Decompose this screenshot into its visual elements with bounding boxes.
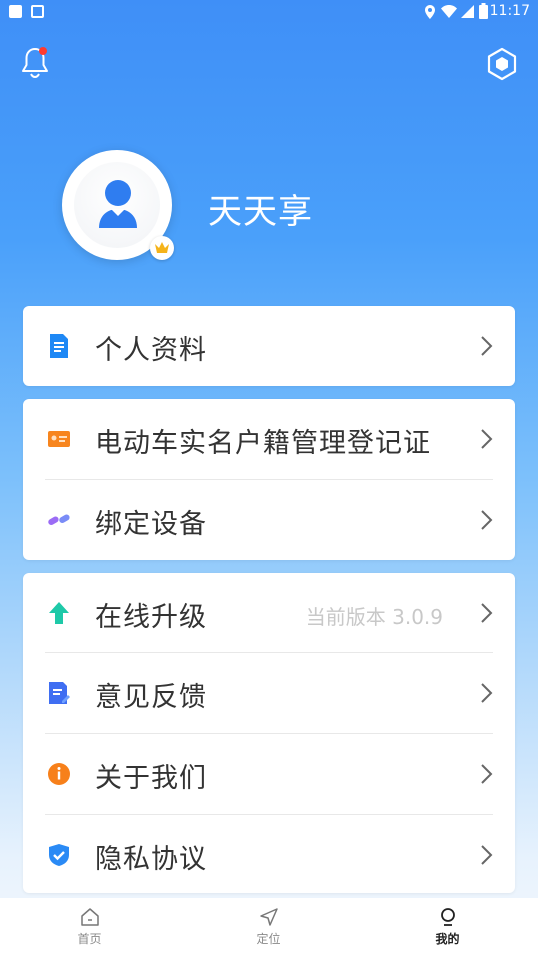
- status-time: 11:17: [489, 3, 530, 19]
- chevron-right-icon: [481, 429, 493, 449]
- tab-home[interactable]: 首页: [0, 898, 179, 954]
- profile-card: 个人资料: [23, 306, 515, 386]
- menu-item-privacy-policy[interactable]: 隐私协议: [23, 815, 515, 895]
- menu-item-label: 绑定设备: [95, 509, 207, 540]
- document-icon: [50, 334, 68, 358]
- menu-item-label: 电动车实名户籍管理登记证: [95, 428, 431, 459]
- current-version: 当前版本 3.0.9: [305, 605, 443, 629]
- tab-mine[interactable]: 我的: [358, 898, 537, 954]
- notification-dot: [39, 47, 47, 55]
- chevron-right-icon: [481, 764, 493, 784]
- menu-item-registration-certificate[interactable]: 电动车实名户籍管理登记证: [23, 399, 515, 479]
- tab-label: 我的: [435, 932, 460, 946]
- menu-item-online-upgrade[interactable]: 在线升级 当前版本 3.0.9: [23, 573, 515, 653]
- shield-icon: [49, 844, 69, 866]
- crown-icon: [155, 242, 169, 253]
- settings-button[interactable]: [486, 47, 518, 81]
- chevron-right-icon: [481, 683, 493, 703]
- chevron-right-icon: [481, 510, 493, 530]
- wifi-icon: [441, 5, 457, 18]
- menu-item-feedback[interactable]: 意见反馈: [23, 653, 515, 733]
- chevron-right-icon: [481, 336, 493, 356]
- vip-crown-badge: [150, 236, 174, 260]
- menu-item-personal-info[interactable]: 个人资料: [23, 306, 515, 386]
- link-icon: [48, 514, 70, 525]
- vehicle-card: 电动车实名户籍管理登记证 绑定设备: [23, 399, 515, 560]
- navigation-icon: [260, 908, 278, 926]
- upgrade-arrow-icon: [49, 602, 69, 624]
- menu-item-bind-device[interactable]: 绑定设备: [23, 480, 515, 560]
- status-bar: 11:17: [0, 0, 538, 24]
- menu-item-label: 隐私协议: [95, 844, 207, 875]
- settings-card: 在线升级 当前版本 3.0.9 意见反馈 关于我们 隐私协议: [23, 573, 515, 893]
- tab-label: 定位: [256, 932, 281, 946]
- username: 天天享: [208, 192, 313, 232]
- chevron-right-icon: [481, 845, 493, 865]
- id-card-icon: [48, 431, 70, 447]
- notifications-button[interactable]: [20, 46, 50, 79]
- notification-square-icon: [9, 5, 22, 18]
- tab-label: 首页: [77, 932, 102, 946]
- home-icon: [81, 908, 99, 926]
- chevron-right-icon: [481, 603, 493, 623]
- signal-icon: [461, 5, 474, 18]
- feedback-icon: [49, 682, 70, 704]
- menu-item-label: 个人资料: [95, 335, 207, 366]
- bottom-tab-bar: 首页 定位 我的: [0, 898, 538, 954]
- menu-item-label: 意见反馈: [95, 682, 207, 713]
- menu-item-label: 在线升级: [95, 602, 207, 633]
- profile-icon: [441, 908, 455, 926]
- location-icon: [425, 5, 435, 19]
- info-icon: [48, 763, 70, 785]
- hexagon-settings-icon: [487, 47, 517, 81]
- battery-icon: [479, 3, 488, 19]
- menu-item-label: 关于我们: [95, 763, 207, 794]
- tab-location[interactable]: 定位: [179, 898, 358, 954]
- menu-item-about-us[interactable]: 关于我们: [23, 734, 515, 814]
- app-notification-icon: [31, 5, 44, 18]
- user-avatar-icon: [99, 180, 137, 228]
